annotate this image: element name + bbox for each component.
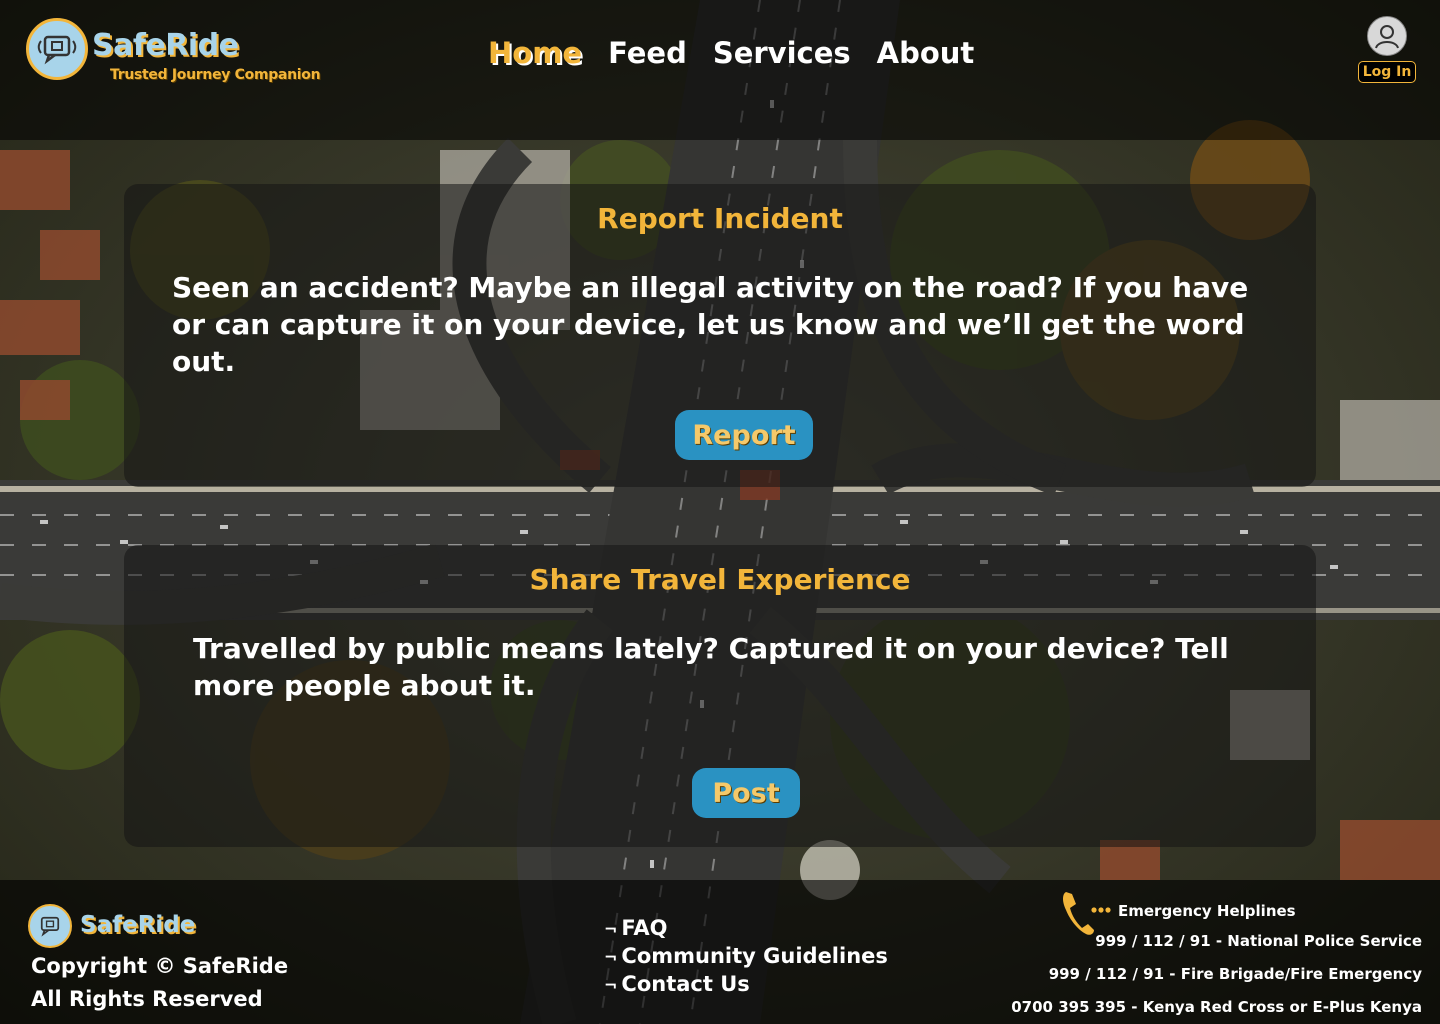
brand-tagline: Trusted Journey Companion — [110, 67, 321, 83]
emergency-line-red-cross: 0700 395 395 - Kenya Red Cross or E-Plus… — [1011, 998, 1422, 1016]
emergency-line-police: 999 / 112 / 91 - National Police Service — [1095, 932, 1422, 950]
share-card-body: Travelled by public means lately? Captur… — [193, 632, 1229, 702]
user-area: Log In — [1358, 16, 1418, 83]
main-nav: Home Feed Services About — [488, 36, 1000, 70]
footer-brand-name: SafeRide — [80, 912, 196, 938]
report-card-title: Report Incident — [597, 202, 843, 235]
footer-links: ¬ FAQ ¬ Community Guidelines ¬ Contact Us — [604, 915, 888, 999]
brand-name[interactable]: SafeRide — [92, 28, 239, 63]
report-button[interactable]: Report — [675, 410, 813, 460]
nav-home[interactable]: Home — [488, 36, 582, 70]
logo-icon[interactable] — [26, 18, 88, 80]
share-card-title: Share Travel Experience — [529, 563, 911, 596]
footer-link-faq[interactable]: ¬ FAQ — [604, 915, 888, 943]
site-header: SafeRide Trusted Journey Companion Home … — [0, 0, 1440, 140]
nav-feed[interactable]: Feed — [608, 36, 687, 70]
footer-link-contact-us[interactable]: ¬ Contact Us — [604, 971, 888, 999]
background-aerial-image — [0, 0, 1440, 1024]
emergency-line-fire: 999 / 112 / 91 - Fire Brigade/Fire Emerg… — [1048, 965, 1422, 983]
login-button[interactable]: Log In — [1358, 61, 1416, 83]
report-incident-card: Report Incident Seen an accident? Maybe … — [124, 184, 1316, 487]
report-card-body: Seen an accident? Maybe an illegal activ… — [172, 271, 1249, 378]
share-experience-card: Share Travel Experience Travelled by pub… — [124, 545, 1316, 847]
footer-copyright: Copyright © SafeRide — [31, 954, 289, 978]
emergency-title: Emergency Helplines — [1118, 902, 1296, 920]
footer-link-community-guidelines[interactable]: ¬ Community Guidelines — [604, 943, 888, 971]
nav-services[interactable]: Services — [713, 36, 851, 70]
site-footer: SafeRide Copyright © SafeRide All Rights… — [0, 880, 1440, 1024]
footer-logo-icon — [28, 904, 72, 948]
user-avatar-icon[interactable] — [1367, 16, 1407, 56]
post-button[interactable]: Post — [692, 768, 800, 818]
nav-about[interactable]: About — [877, 36, 975, 70]
footer-rights: All Rights Reserved — [31, 987, 263, 1011]
